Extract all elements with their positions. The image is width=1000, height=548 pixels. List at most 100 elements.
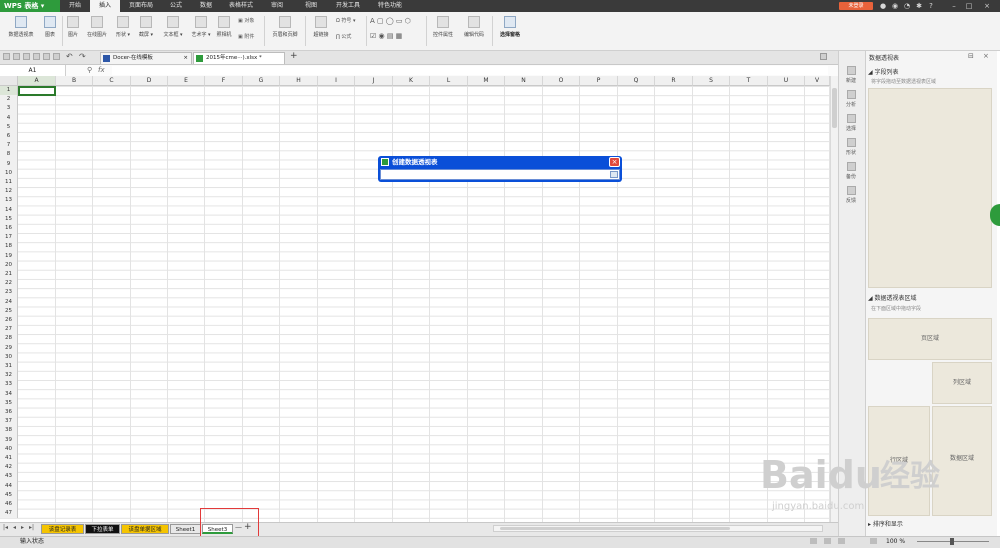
row-header-38[interactable]: 38: [0, 426, 18, 436]
wordart-button[interactable]: 艺术字 ▾: [189, 16, 213, 48]
chart-button[interactable]: 图表: [40, 16, 60, 48]
menu-tab-2[interactable]: 页面布局: [122, 0, 160, 12]
dialog-close-button[interactable]: ×: [609, 157, 620, 167]
row-header-2[interactable]: 2: [0, 95, 18, 105]
row-header-9[interactable]: 9: [0, 159, 18, 169]
row-header-25[interactable]: 25: [0, 306, 18, 316]
row-header-15[interactable]: 15: [0, 214, 18, 224]
row-header-34[interactable]: 34: [0, 389, 18, 399]
row-header-20[interactable]: 20: [0, 260, 18, 270]
column-header-R[interactable]: R: [655, 76, 693, 86]
row-header-46[interactable]: 46: [0, 500, 18, 510]
close-window-icon[interactable]: ×: [983, 2, 991, 10]
row-header-43[interactable]: 43: [0, 472, 18, 482]
hyperlink-button[interactable]: 超链接: [309, 16, 333, 48]
redo-icon[interactable]: ↷: [79, 52, 86, 61]
row-header-11[interactable]: 11: [0, 178, 18, 188]
row-header-4[interactable]: 4: [0, 113, 18, 123]
column-header-O[interactable]: O: [543, 76, 580, 86]
column-header-Q[interactable]: Q: [618, 76, 655, 86]
column-header-T[interactable]: T: [730, 76, 768, 86]
last-sheet-icon[interactable]: ▸|: [29, 524, 34, 531]
column-header-V[interactable]: V: [805, 76, 830, 86]
row-header-16[interactable]: 16: [0, 224, 18, 234]
wps-app-menu[interactable]: WPS 表格 ▾: [0, 0, 60, 12]
print-preview-icon[interactable]: [43, 53, 50, 60]
column-header-L[interactable]: L: [430, 76, 468, 86]
row-header-29[interactable]: 29: [0, 343, 18, 353]
zoom-formula-icon[interactable]: ⚲: [87, 66, 92, 74]
spreadsheet-grid[interactable]: [0, 76, 838, 522]
row-header-23[interactable]: 23: [0, 288, 18, 298]
prev-sheet-icon[interactable]: ◂: [13, 524, 16, 531]
header-footer-button[interactable]: 页眉和页脚: [268, 16, 302, 48]
select-pane-button[interactable]: 选择窗格: [496, 16, 524, 48]
row-header-3[interactable]: 3: [0, 104, 18, 114]
row-header-32[interactable]: 32: [0, 371, 18, 381]
side-tool-5[interactable]: 反馈: [842, 186, 860, 208]
row-header-1[interactable]: 1: [0, 86, 18, 96]
fx-button[interactable]: fx: [98, 66, 105, 74]
side-tool-3[interactable]: 形状: [842, 138, 860, 160]
row-header-39[interactable]: 39: [0, 435, 18, 445]
column-header-S[interactable]: S: [693, 76, 730, 86]
page-area[interactable]: 页区域: [868, 318, 992, 360]
row-header-24[interactable]: 24: [0, 297, 18, 307]
row-header-14[interactable]: 14: [0, 205, 18, 215]
skin-icon[interactable]: ●: [879, 2, 887, 10]
row-header-36[interactable]: 36: [0, 408, 18, 418]
column-header-J[interactable]: J: [355, 76, 393, 86]
menu-tab-3[interactable]: 公式: [162, 0, 190, 12]
feedback-icon[interactable]: ◔: [903, 2, 911, 10]
column-header-C[interactable]: C: [93, 76, 131, 86]
screenshot-button[interactable]: 截屏 ▾: [136, 16, 156, 48]
page-layout-icon[interactable]: [824, 538, 831, 544]
row-header-45[interactable]: 45: [0, 490, 18, 500]
menu-tab-8[interactable]: 开发工具: [330, 0, 366, 12]
normal-view-icon[interactable]: [810, 538, 817, 544]
menu-tab-4[interactable]: 数据: [192, 0, 220, 12]
column-header-D[interactable]: D: [131, 76, 168, 86]
attachment-button[interactable]: ▣ 附件: [238, 33, 254, 41]
sheet-tab-3[interactable]: Sheet1: [170, 524, 201, 534]
zoom-slider-thumb[interactable]: [950, 538, 954, 545]
row-header-12[interactable]: 12: [0, 187, 18, 197]
selected-cell-A1[interactable]: [18, 86, 56, 96]
menu-tab-1[interactable]: 插入: [90, 0, 120, 12]
shape-gallery[interactable]: A ▢ ◯ ▭ ⬡: [370, 17, 422, 25]
camera-button[interactable]: 照相机: [214, 16, 234, 48]
column-header-F[interactable]: F: [205, 76, 243, 86]
row-header-22[interactable]: 22: [0, 279, 18, 289]
range-picker-icon[interactable]: [610, 171, 618, 178]
textbox-button[interactable]: 文本框 ▾: [160, 16, 186, 48]
column-header-G[interactable]: G: [243, 76, 280, 86]
row-header-8[interactable]: 8: [0, 150, 18, 160]
next-sheet-icon[interactable]: ▸: [21, 524, 24, 531]
row-header-26[interactable]: 26: [0, 316, 18, 326]
maximize-icon[interactable]: □: [965, 2, 973, 10]
menu-tab-6[interactable]: 审阅: [262, 0, 292, 12]
side-tool-2[interactable]: 选择: [842, 114, 860, 136]
row-header-6[interactable]: 6: [0, 132, 18, 142]
reading-mode-icon[interactable]: [870, 538, 877, 544]
row-header-44[interactable]: 44: [0, 481, 18, 491]
new-icon[interactable]: [3, 53, 10, 60]
column-header-A[interactable]: A: [18, 76, 56, 86]
sync-icon[interactable]: ◉: [891, 2, 899, 10]
row-header-40[interactable]: 40: [0, 444, 18, 454]
row-header-35[interactable]: 35: [0, 398, 18, 408]
online-picture-button[interactable]: 在线图片: [83, 16, 111, 48]
row-header-17[interactable]: 17: [0, 233, 18, 243]
row-header-5[interactable]: 5: [0, 122, 18, 132]
picture-button[interactable]: 图片: [65, 16, 81, 48]
minimize-icon[interactable]: –: [950, 2, 958, 10]
column-header-I[interactable]: I: [318, 76, 355, 86]
print-icon[interactable]: [33, 53, 40, 60]
column-header-H[interactable]: H: [280, 76, 318, 86]
column-header-B[interactable]: B: [56, 76, 93, 86]
side-tool-0[interactable]: 新建: [842, 66, 860, 88]
row-header-37[interactable]: 37: [0, 417, 18, 427]
column-header-U[interactable]: U: [768, 76, 805, 86]
row-header-41[interactable]: 41: [0, 454, 18, 464]
row-header-28[interactable]: 28: [0, 334, 18, 344]
